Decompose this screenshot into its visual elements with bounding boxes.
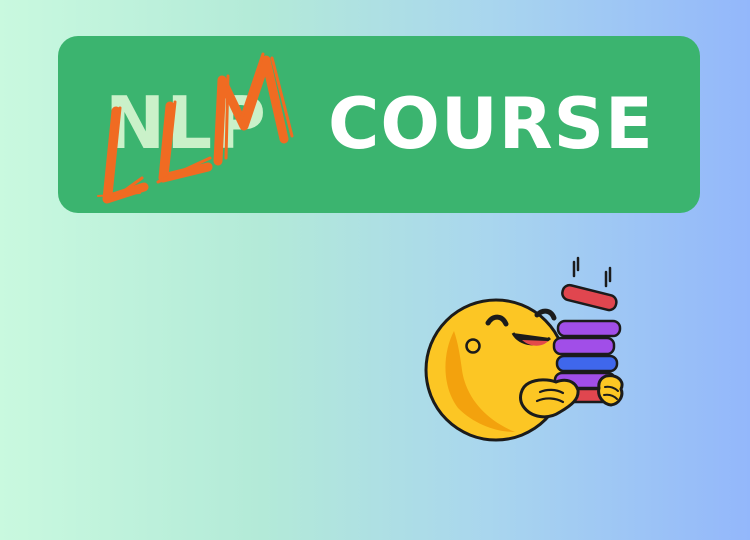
hugging-face-with-books-icon [424, 256, 624, 442]
